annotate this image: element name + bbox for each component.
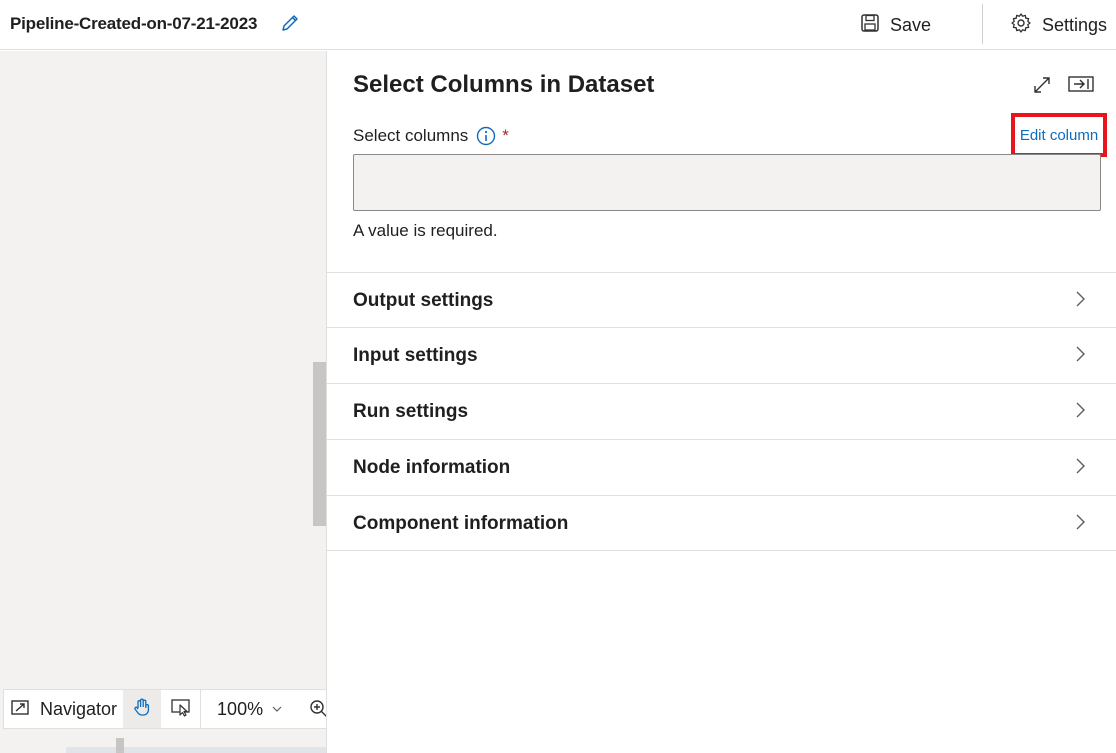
select-columns-label: Select columns [353,126,469,145]
top-bar: Pipeline-Created-on-07-21-2023 Save Sett… [0,0,1116,50]
required-mark: * [502,126,509,145]
info-icon[interactable] [476,126,496,146]
select-columns-label-row: Select columns * [353,126,509,146]
section-output-settings[interactable]: Output settings [327,272,1116,328]
chevron-right-icon [1073,289,1087,314]
chevron-right-icon [1073,512,1087,537]
chevron-right-icon [1073,344,1087,369]
navigator-icon [10,697,30,722]
canvas-vertical-scrollbar[interactable] [313,362,326,526]
expand-icon[interactable] [1031,74,1053,101]
select-tool-button[interactable] [161,690,202,728]
hand-icon [132,697,152,722]
collapse-panel-icon[interactable] [1067,73,1095,100]
save-icon [860,13,880,38]
section-label: Node information [353,456,511,478]
zoom-dropdown[interactable]: 100% [201,699,283,720]
edit-icon[interactable] [280,13,300,33]
toolbar-divider [982,4,983,44]
canvas-toolbar: Navigator 100% [3,689,333,729]
select-columns-field[interactable] [353,154,1101,211]
pan-tool-button[interactable] [123,690,162,728]
edit-column-highlight: Edit column [1011,113,1107,157]
section-label: Run settings [353,400,469,422]
pipeline-title: Pipeline-Created-on-07-21-2023 [10,14,258,33]
canvas-scroll-thumb[interactable] [116,738,124,753]
edit-column-link[interactable]: Edit column [1020,127,1098,144]
navigator-label: Navigator [40,698,118,719]
section-divider [327,550,1116,551]
navigator-button[interactable]: Navigator [4,690,123,728]
settings-button[interactable]: Settings [1010,10,1107,40]
section-label: Output settings [353,289,494,311]
section-node-information[interactable]: Node information [327,439,1116,495]
pipeline-canvas[interactable] [0,51,326,753]
component-details-panel: Select Columns in Dataset Select columns… [326,51,1116,753]
section-label: Component information [353,512,569,534]
gear-icon [1010,12,1032,39]
chevron-right-icon [1073,400,1087,425]
chevron-down-icon [271,699,283,720]
section-component-information[interactable]: Component information [327,495,1116,551]
save-button[interactable]: Save [860,10,931,40]
panel-title: Select Columns in Dataset [353,71,655,98]
section-input-settings[interactable]: Input settings [327,327,1116,383]
select-icon [170,697,192,722]
section-run-settings[interactable]: Run settings [327,383,1116,439]
section-label: Input settings [353,344,478,366]
settings-label: Settings [1042,14,1108,35]
chevron-right-icon [1073,456,1087,481]
validation-message: A value is required. [353,221,498,240]
zoom-value: 100% [217,698,264,719]
save-label: Save [890,14,932,35]
